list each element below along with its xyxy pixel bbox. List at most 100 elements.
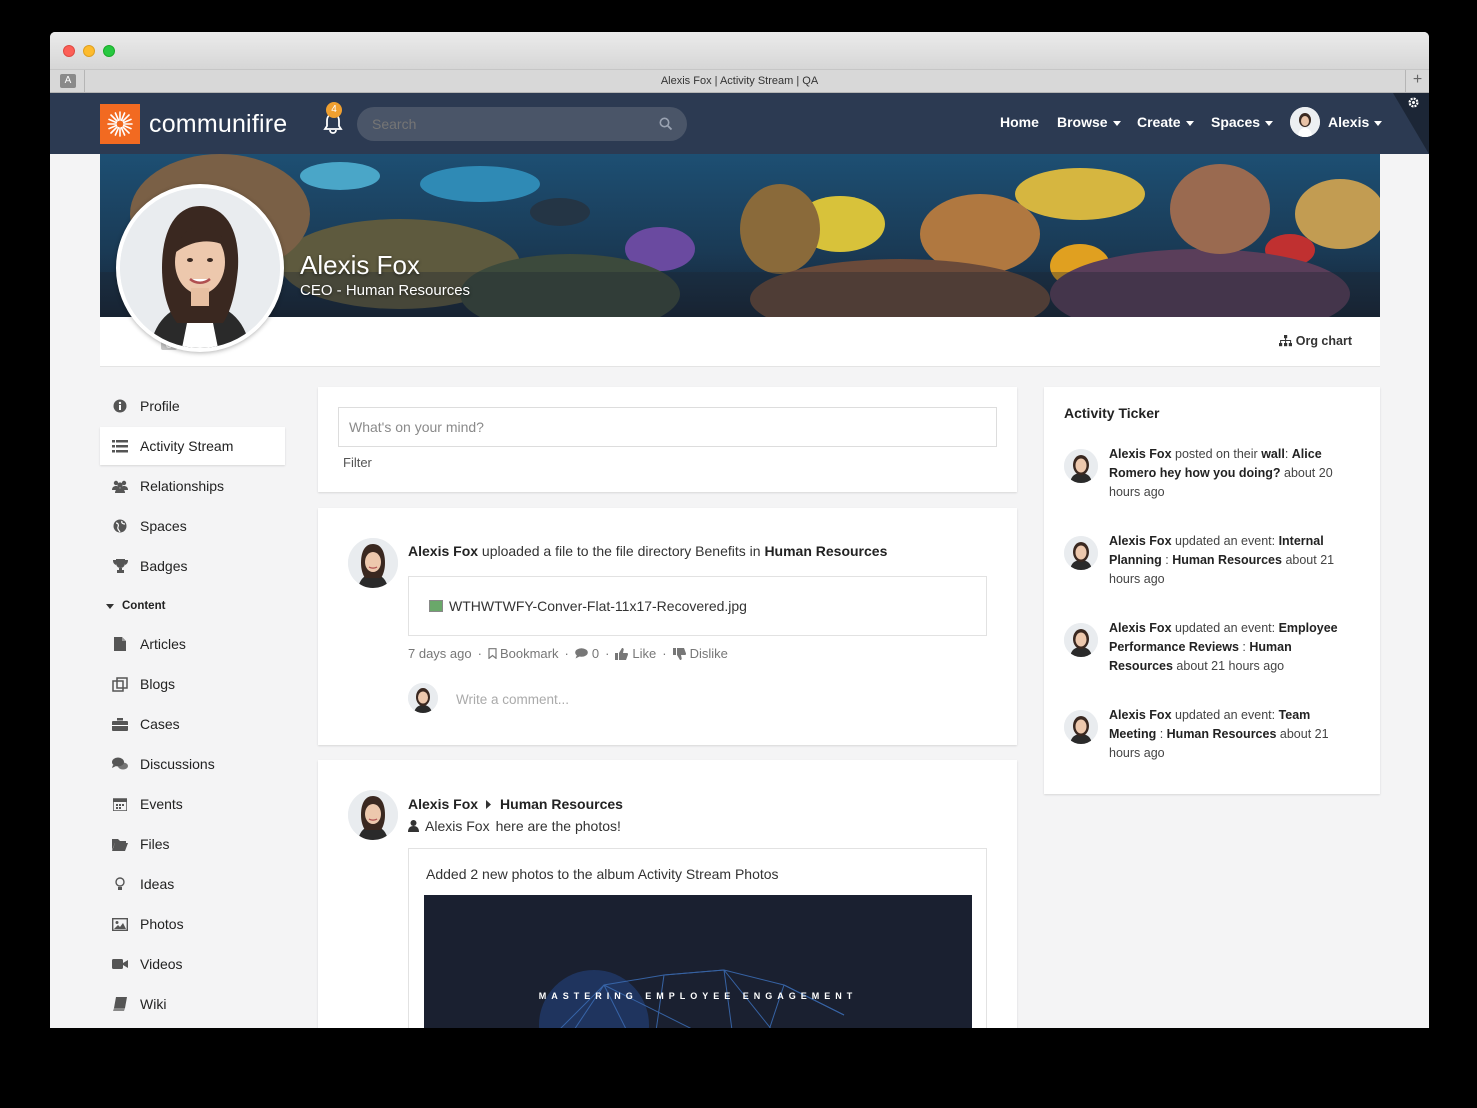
top-navigation: communifire 4 Home Browse Create Spaces … xyxy=(50,93,1429,154)
ticker-avatar[interactable] xyxy=(1064,623,1098,657)
browser-window: A Alexis Fox | Activity Stream | QA + co… xyxy=(50,32,1429,1028)
chevron-down-icon xyxy=(1265,120,1274,126)
post-time[interactable]: 7 days ago xyxy=(408,646,472,661)
image-file-icon xyxy=(429,600,443,612)
users-icon xyxy=(100,480,140,493)
sidebar-item-relationships[interactable]: Relationships xyxy=(100,467,285,505)
logo[interactable]: communifire xyxy=(100,104,287,144)
comment-icon xyxy=(575,648,588,659)
profile-banner-image xyxy=(100,154,1380,317)
ticker-avatar[interactable] xyxy=(1064,710,1098,744)
chevron-down-icon xyxy=(1112,120,1121,126)
org-chart-link[interactable]: Org chart xyxy=(1278,334,1352,348)
new-tab-button[interactable]: + xyxy=(1405,70,1429,92)
sidebar-item-discussions[interactable]: Discussions xyxy=(100,745,285,783)
album-description[interactable]: Added 2 new photos to the album Activity… xyxy=(426,866,779,882)
caret-down-icon xyxy=(106,603,114,609)
profile-avatar[interactable] xyxy=(116,184,284,352)
sidebar-item-events[interactable]: Events xyxy=(100,785,285,823)
lightbulb-icon xyxy=(100,876,140,892)
logo-text: communifire xyxy=(149,109,288,138)
author-link[interactable]: Alexis Fox xyxy=(408,796,478,812)
caret-right-icon xyxy=(486,799,492,809)
sidebar-item-blogs[interactable]: Blogs xyxy=(100,665,285,703)
tab-title[interactable]: Alexis Fox | Activity Stream | QA xyxy=(661,75,818,87)
like-button[interactable]: Like xyxy=(615,646,656,661)
nav-create-menu[interactable]: Create xyxy=(1137,114,1194,130)
file-name: WTHWTWFY-Conver-Flat-11x17-Recovered.jpg xyxy=(449,598,747,614)
sidebar-item-activity-stream[interactable]: Activity Stream xyxy=(100,427,285,465)
calendar-icon xyxy=(100,797,140,811)
sidebar-item-badges[interactable]: Badges xyxy=(100,547,285,585)
list-icon xyxy=(100,439,140,453)
thumbs-down-icon xyxy=(672,647,686,660)
nav-home-link[interactable]: Home xyxy=(1000,114,1039,130)
sidebar-item-cases[interactable]: Cases xyxy=(100,705,285,743)
video-icon xyxy=(100,958,140,970)
author-avatar[interactable] xyxy=(348,790,398,840)
ticker-avatar[interactable] xyxy=(1064,449,1098,483)
space-link[interactable]: Human Resources xyxy=(500,796,623,812)
tab-bar: A Alexis Fox | Activity Stream | QA + xyxy=(50,69,1429,93)
profile-sidebar: Profile Activity Stream Relationships Sp… xyxy=(100,387,285,1025)
folder-icon xyxy=(100,838,140,851)
info-icon xyxy=(100,399,140,413)
minimize-window-button[interactable] xyxy=(83,45,95,57)
sidebar-item-files[interactable]: Files xyxy=(100,825,285,863)
sidebar-item-articles[interactable]: Articles xyxy=(100,625,285,663)
author-link[interactable]: Alexis Fox xyxy=(408,543,478,559)
briefcase-icon xyxy=(100,717,140,731)
globe-icon xyxy=(100,519,140,533)
maximize-window-button[interactable] xyxy=(103,45,115,57)
bookmark-icon xyxy=(488,648,497,659)
sidebar-group-content[interactable]: Content xyxy=(100,587,285,625)
album-photo[interactable]: MASTERING EMPLOYEE ENGAGEMENT xyxy=(424,895,972,1028)
sidebar-item-photos[interactable]: Photos xyxy=(100,905,285,943)
nav-browse-menu[interactable]: Browse xyxy=(1057,114,1121,130)
profile-header-strip: Org chart xyxy=(100,317,1380,367)
chevron-down-icon xyxy=(1374,120,1383,126)
book-icon xyxy=(100,997,140,1011)
post-message: Alexis Fox here are the photos! xyxy=(408,818,621,834)
ticker-avatar[interactable] xyxy=(1064,536,1098,570)
activity-post: Alexis Fox uploaded a file to the file d… xyxy=(318,508,1017,745)
dislike-button[interactable]: Dislike xyxy=(672,646,728,661)
sidebar-item-profile[interactable]: Profile xyxy=(100,387,285,425)
search-icon[interactable] xyxy=(659,117,673,131)
network-graphic-icon xyxy=(539,969,845,1028)
nav-user-menu[interactable]: Alexis xyxy=(1328,114,1383,130)
activity-post: Alexis Fox Human Resources Alexis Fox he… xyxy=(318,760,1017,1028)
close-window-button[interactable] xyxy=(63,45,75,57)
album-photo-caption: MASTERING EMPLOYEE ENGAGEMENT xyxy=(538,991,858,1001)
thumbs-up-icon xyxy=(615,647,629,660)
sidebar-item-wiki[interactable]: Wiki xyxy=(100,985,285,1023)
user-icon xyxy=(408,820,419,832)
image-icon xyxy=(100,917,140,931)
ticker-text: Alexis Fox updated an event: Team Meetin… xyxy=(1109,708,1329,760)
profile-job-title: CEO - Human Resources xyxy=(300,282,471,299)
notification-count-badge: 4 xyxy=(326,102,342,118)
post-headline: Alexis Fox uploaded a file to the file d… xyxy=(408,543,888,559)
filter-link[interactable]: Filter xyxy=(343,455,372,470)
gear-icon[interactable] xyxy=(1407,96,1420,109)
post-actions: 7 days ago · Bookmark · 0 · Like · Disli… xyxy=(408,646,728,661)
status-input[interactable]: What's on your mind? xyxy=(338,407,997,447)
comments-icon xyxy=(100,757,140,771)
ticker-text: Alexis Fox updated an event: Internal Pl… xyxy=(1109,534,1335,586)
nav-spaces-menu[interactable]: Spaces xyxy=(1211,114,1274,130)
comments-count-button[interactable]: 0 xyxy=(575,646,599,661)
post-headline: Alexis Fox Human Resources xyxy=(408,796,623,812)
sub-author-link[interactable]: Alexis Fox xyxy=(425,818,490,834)
blog-icon xyxy=(100,676,140,692)
space-link[interactable]: Human Resources xyxy=(764,543,887,559)
search-input[interactable] xyxy=(357,107,687,141)
user-avatar[interactable] xyxy=(1290,107,1320,137)
comment-input[interactable]: Write a comment... xyxy=(456,692,569,707)
sidebar-item-spaces[interactable]: Spaces xyxy=(100,507,285,545)
attached-file[interactable]: WTHWTWFY-Conver-Flat-11x17-Recovered.jpg xyxy=(408,576,987,636)
bookmark-button[interactable]: Bookmark xyxy=(488,646,558,661)
sidebar-item-videos[interactable]: Videos xyxy=(100,945,285,983)
author-avatar[interactable] xyxy=(348,538,398,588)
photo-album-attachment: Added 2 new photos to the album Activity… xyxy=(408,848,987,1028)
sidebar-item-ideas[interactable]: Ideas xyxy=(100,865,285,903)
